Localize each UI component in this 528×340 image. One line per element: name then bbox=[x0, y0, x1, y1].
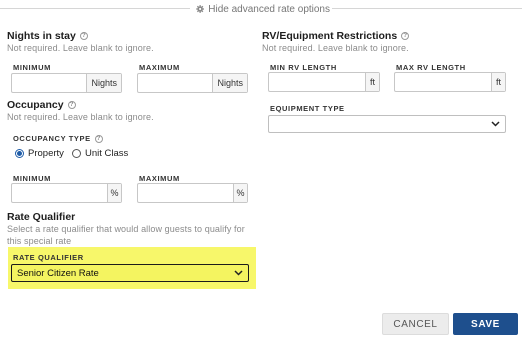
rv-title: RV/Equipment Restrictions ? bbox=[262, 30, 410, 42]
rate-qualifier-hint: Select a rate qualifier that would allow… bbox=[7, 224, 245, 246]
divider-line-right bbox=[332, 8, 522, 9]
equipment-type-label: EQUIPMENT TYPE bbox=[270, 104, 345, 113]
nights-max-label: MAXIMUM bbox=[139, 63, 180, 72]
nights-min-unit: Nights bbox=[86, 74, 121, 92]
occupancy-min-group: % bbox=[11, 183, 122, 203]
occupancy-max-label: MAXIMUM bbox=[139, 174, 180, 183]
rv-min-group: ft bbox=[268, 72, 380, 92]
rate-qualifier-select[interactable]: Senior Citizen Rate bbox=[11, 264, 249, 282]
occupancy-hint: Not required. Leave blank to ignore. bbox=[7, 112, 154, 122]
nights-title-text: Nights in stay bbox=[7, 30, 76, 42]
rv-max-unit: ft bbox=[490, 73, 505, 91]
occupancy-type-label-text: OCCUPANCY TYPE bbox=[13, 134, 91, 143]
help-icon[interactable]: ? bbox=[401, 32, 410, 40]
occupancy-type-label: OCCUPANCY TYPE ? bbox=[13, 134, 103, 143]
occupancy-radio-property[interactable]: Property bbox=[15, 148, 64, 159]
nights-min-label: MINIMUM bbox=[13, 63, 51, 72]
rv-min-unit: ft bbox=[364, 73, 379, 91]
radio-unchecked-icon bbox=[72, 149, 81, 158]
occupancy-max-unit: % bbox=[233, 184, 247, 202]
rate-qualifier-title: Rate Qualifier bbox=[7, 211, 75, 223]
occupancy-min-unit: % bbox=[107, 184, 121, 202]
rate-qualifier-value: Senior Citizen Rate bbox=[17, 267, 99, 279]
occupancy-max-input[interactable] bbox=[138, 184, 233, 202]
rate-qualifier-title-text: Rate Qualifier bbox=[7, 211, 76, 223]
equipment-type-select[interactable] bbox=[268, 115, 506, 133]
nights-title: Nights in stay ? bbox=[7, 30, 88, 42]
occupancy-option-label: Unit Class bbox=[85, 148, 129, 159]
rv-min-input[interactable] bbox=[269, 73, 365, 91]
nights-max-group: Nights bbox=[137, 73, 248, 93]
hide-advanced-toggle[interactable]: Hide advanced rate options bbox=[196, 2, 330, 16]
rv-max-group: ft bbox=[394, 72, 506, 92]
occupancy-radio-unit-class[interactable]: Unit Class bbox=[72, 148, 128, 159]
help-icon[interactable]: ? bbox=[79, 32, 88, 40]
help-icon[interactable]: ? bbox=[67, 101, 76, 109]
occupancy-option-label: Property bbox=[28, 148, 64, 159]
nights-max-input[interactable] bbox=[138, 74, 213, 92]
rv-max-label: MAX RV LENGTH bbox=[396, 63, 466, 72]
occupancy-max-group: % bbox=[137, 183, 248, 203]
nights-max-unit: Nights bbox=[212, 74, 247, 92]
cancel-button[interactable]: CANCEL bbox=[382, 313, 449, 335]
chevron-down-icon bbox=[491, 121, 500, 127]
hide-advanced-label: Hide advanced rate options bbox=[208, 3, 330, 15]
help-icon[interactable]: ? bbox=[94, 134, 103, 143]
radio-checked-icon bbox=[15, 149, 24, 158]
gear-icon bbox=[196, 5, 205, 13]
rate-qualifier-label: RATE QUALIFIER bbox=[13, 253, 84, 262]
nights-min-group: Nights bbox=[11, 73, 122, 93]
divider-line-left bbox=[0, 8, 190, 9]
occupancy-title-text: Occupancy bbox=[7, 99, 64, 111]
nights-hint: Not required. Leave blank to ignore. bbox=[7, 43, 154, 53]
nights-min-input[interactable] bbox=[12, 74, 87, 92]
rv-min-label: MIN RV LENGTH bbox=[270, 63, 337, 72]
save-button[interactable]: SAVE bbox=[453, 313, 518, 335]
chevron-down-icon bbox=[234, 270, 243, 276]
occupancy-min-input[interactable] bbox=[12, 184, 107, 202]
occupancy-min-label: MINIMUM bbox=[13, 174, 51, 183]
rv-hint: Not required. Leave blank to ignore. bbox=[262, 43, 409, 53]
occupancy-title: Occupancy ? bbox=[7, 99, 76, 111]
advanced-options-divider: Hide advanced rate options bbox=[0, 0, 522, 18]
rv-max-input[interactable] bbox=[395, 73, 491, 91]
rv-title-text: RV/Equipment Restrictions bbox=[262, 30, 398, 42]
